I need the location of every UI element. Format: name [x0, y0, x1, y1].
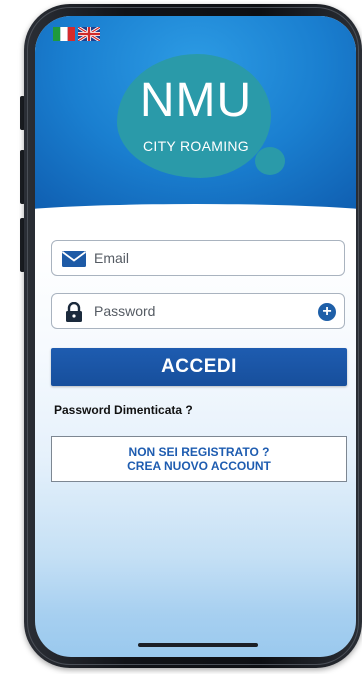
language-selector	[53, 27, 100, 41]
logo-title: NMU	[139, 74, 253, 127]
login-button[interactable]: ACCEDI	[51, 348, 347, 386]
italy-flag-icon[interactable]	[53, 27, 75, 41]
forgot-password-link[interactable]: Password Dimenticata ?	[54, 403, 193, 417]
envelope-icon	[61, 251, 87, 267]
logo-subtitle: CITY ROAMING	[142, 138, 250, 154]
page: NMU CITY ROAMING + ACCEDI Password Dimen…	[0, 0, 362, 674]
register-line-2: CREA NUOVO ACCOUNT	[127, 459, 271, 473]
header-curve	[35, 204, 356, 234]
app-logo: NMU CITY ROAMING	[117, 54, 297, 184]
register-line-1: NON SEI REGISTRATO ?	[128, 445, 270, 459]
register-button[interactable]: NON SEI REGISTRATO ? CREA NUOVO ACCOUNT	[51, 436, 347, 482]
uk-flag-icon[interactable]	[78, 27, 100, 41]
password-input[interactable]	[94, 299, 314, 323]
plus-circle-icon[interactable]: +	[318, 303, 336, 321]
app-screen: NMU CITY ROAMING + ACCEDI Password Dimen…	[35, 16, 356, 657]
home-indicator[interactable]	[138, 643, 258, 647]
password-field[interactable]: +	[51, 293, 345, 329]
lock-icon	[66, 302, 82, 322]
email-input[interactable]	[94, 246, 314, 270]
email-field[interactable]	[51, 240, 345, 276]
